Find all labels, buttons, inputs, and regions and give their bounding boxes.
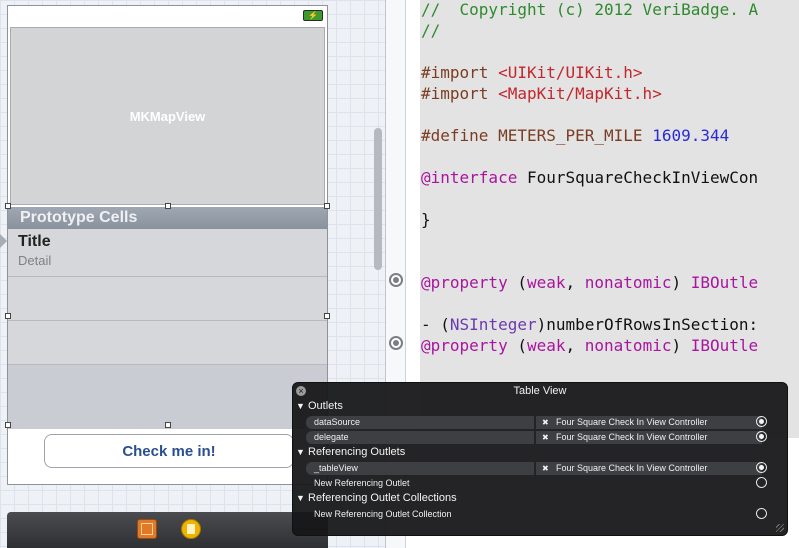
connection-circle-icon[interactable] (756, 477, 767, 488)
prototype-cells-header: Prototype Cells (8, 207, 327, 229)
keyword: IBOutle (690, 273, 759, 292)
outlet-target[interactable]: ✖ Four Square Check In View Controller (536, 462, 762, 475)
keyword: nonatomic (584, 336, 672, 355)
code-line-method: - (NSInteger)numberOfRowsInSection: (421, 315, 758, 334)
keyword: @interface (421, 168, 518, 187)
referencing-outlets-header[interactable]: ▼ Referencing Outlets (296, 446, 405, 458)
punct: - ( (421, 315, 450, 334)
keyword: @property (421, 336, 508, 355)
code-line-import: #import <MapKit/MapKit.h> (421, 84, 662, 103)
outlets-section-header[interactable]: ▼ Outlets (296, 400, 343, 412)
cell-title-label: Title (18, 233, 51, 250)
outlet-target[interactable]: ✖ Four Square Check In View Controller (536, 431, 762, 444)
new-referencing-outlet-row[interactable]: New Referencing Outlet (296, 477, 772, 490)
resize-handle[interactable] (324, 203, 330, 209)
referencing-collections-header[interactable]: ▼ Referencing Outlet Collections (296, 492, 457, 504)
code-line-interface: @interface FourSquareCheckInViewCon (421, 168, 758, 187)
target-label: Four Square Check In View Controller (556, 463, 708, 473)
disclosure-triangle-icon[interactable]: ▼ (296, 401, 308, 411)
connection-circle-icon[interactable] (756, 508, 767, 519)
outlet-name: _tableView (306, 462, 534, 475)
code-line-brace: } (421, 210, 431, 229)
outlet-row[interactable]: delegate ✖ Four Square Check In View Cont… (296, 431, 772, 444)
battery-icon: ⚡ (303, 10, 323, 21)
resize-handle[interactable] (324, 313, 330, 319)
resize-handle[interactable] (5, 313, 11, 319)
referencing-outlet-row[interactable]: _tableView ✖ Four Square Check In View Co… (296, 462, 772, 475)
connection-circle-icon[interactable] (756, 462, 767, 473)
method-name: )numberOfRowsInSection: (536, 315, 759, 334)
keyword: @property (421, 273, 508, 292)
section-label: Outlets (308, 400, 343, 412)
code-line-comment: // (421, 21, 441, 40)
section-label: Referencing Outlets (308, 446, 406, 458)
punct: , (565, 336, 585, 355)
class-name: FourSquareCheckInViewCon (517, 168, 759, 187)
connections-panel[interactable]: × Table View ▼ Outlets dataSource ✖ Four S… (292, 382, 788, 536)
punct: ) (671, 273, 691, 292)
empty-cell (8, 277, 327, 321)
keyword: weak (526, 336, 566, 355)
outlet-connection-icon[interactable] (389, 336, 403, 350)
new-collection-label: New Referencing Outlet Collection (314, 509, 452, 519)
code-line-import: #import <UIKit/UIKit.h> (421, 63, 643, 82)
iphone-scene[interactable]: ⚡ MKMapView Prototype Cells Title Detail… (5, 5, 330, 485)
segue-arrow-icon (0, 234, 7, 248)
section-label: Referencing Outlet Collections (308, 492, 457, 504)
resize-handle[interactable] (5, 203, 11, 209)
status-bar: ⚡ (8, 6, 327, 25)
import-path: <UIKit/UIKit.h> (498, 63, 643, 82)
punct: ( (507, 336, 527, 355)
connection-circle-icon[interactable] (756, 431, 767, 442)
resize-handle[interactable] (165, 203, 171, 209)
cube-icon[interactable] (137, 519, 157, 539)
map-view-label: MKMapView (129, 108, 206, 124)
disclosure-triangle-icon[interactable]: ▼ (296, 493, 308, 503)
code-line-comment: // Copyright (c) 2012 VeriBadge. A (421, 0, 759, 19)
cell-detail-label: Detail (18, 253, 52, 268)
code-line-define: #define METERS_PER_MILE 1609.344 (421, 126, 729, 145)
disconnect-icon[interactable]: ✖ (542, 462, 556, 475)
directive: #import (421, 84, 499, 103)
keyword: IBOutle (690, 336, 759, 355)
punct: ( (507, 273, 527, 292)
empty-cell (8, 321, 327, 365)
panel-title: Table View (513, 385, 567, 397)
type-name: NSInteger (449, 315, 537, 334)
check-in-button[interactable]: Check me in! (44, 434, 294, 468)
map-view[interactable]: MKMapView (10, 27, 325, 205)
directive: #define METERS_PER_MILE (421, 126, 653, 145)
prototype-cell[interactable]: Title Detail (8, 229, 327, 277)
outlet-name: delegate (306, 431, 534, 444)
resize-handle[interactable] (5, 422, 11, 428)
outlet-target[interactable]: ✖ Four Square Check In View Controller (536, 416, 762, 429)
punct: , (565, 273, 585, 292)
prototype-cells-label: Prototype Cells (20, 209, 138, 226)
connection-circle-icon[interactable] (756, 416, 767, 427)
disclosure-triangle-icon[interactable]: ▼ (296, 447, 308, 457)
target-label: Four Square Check In View Controller (556, 417, 708, 427)
punct: ) (671, 336, 691, 355)
new-outlet-label: New Referencing Outlet (314, 478, 410, 488)
disconnect-icon[interactable]: ✖ (542, 416, 556, 429)
new-referencing-collection-row[interactable]: New Referencing Outlet Collection (296, 508, 772, 521)
table-view[interactable]: Prototype Cells Title Detail (8, 207, 327, 429)
keyword: weak (526, 273, 566, 292)
canvas-scrollbar[interactable] (374, 128, 382, 270)
scene-dock (7, 512, 328, 548)
import-path: <MapKit/MapKit.h> (498, 84, 662, 103)
outlet-row[interactable]: dataSource ✖ Four Square Check In View Co… (296, 416, 772, 429)
disconnect-icon[interactable]: ✖ (542, 431, 556, 444)
view-controller-icon[interactable] (181, 519, 201, 539)
resize-grip-icon[interactable] (776, 524, 784, 532)
target-label: Four Square Check In View Controller (556, 432, 708, 442)
outlet-connection-icon[interactable] (389, 273, 403, 287)
outlet-name: dataSource (306, 416, 534, 429)
directive: #import (421, 63, 499, 82)
code-line-property: @property (weak, nonatomic) IBOutle (421, 273, 758, 292)
keyword: nonatomic (584, 273, 672, 292)
code-line-property: @property (weak, nonatomic) IBOutle (421, 336, 758, 355)
number-literal: 1609.344 (652, 126, 730, 145)
resize-handle[interactable] (165, 422, 171, 428)
